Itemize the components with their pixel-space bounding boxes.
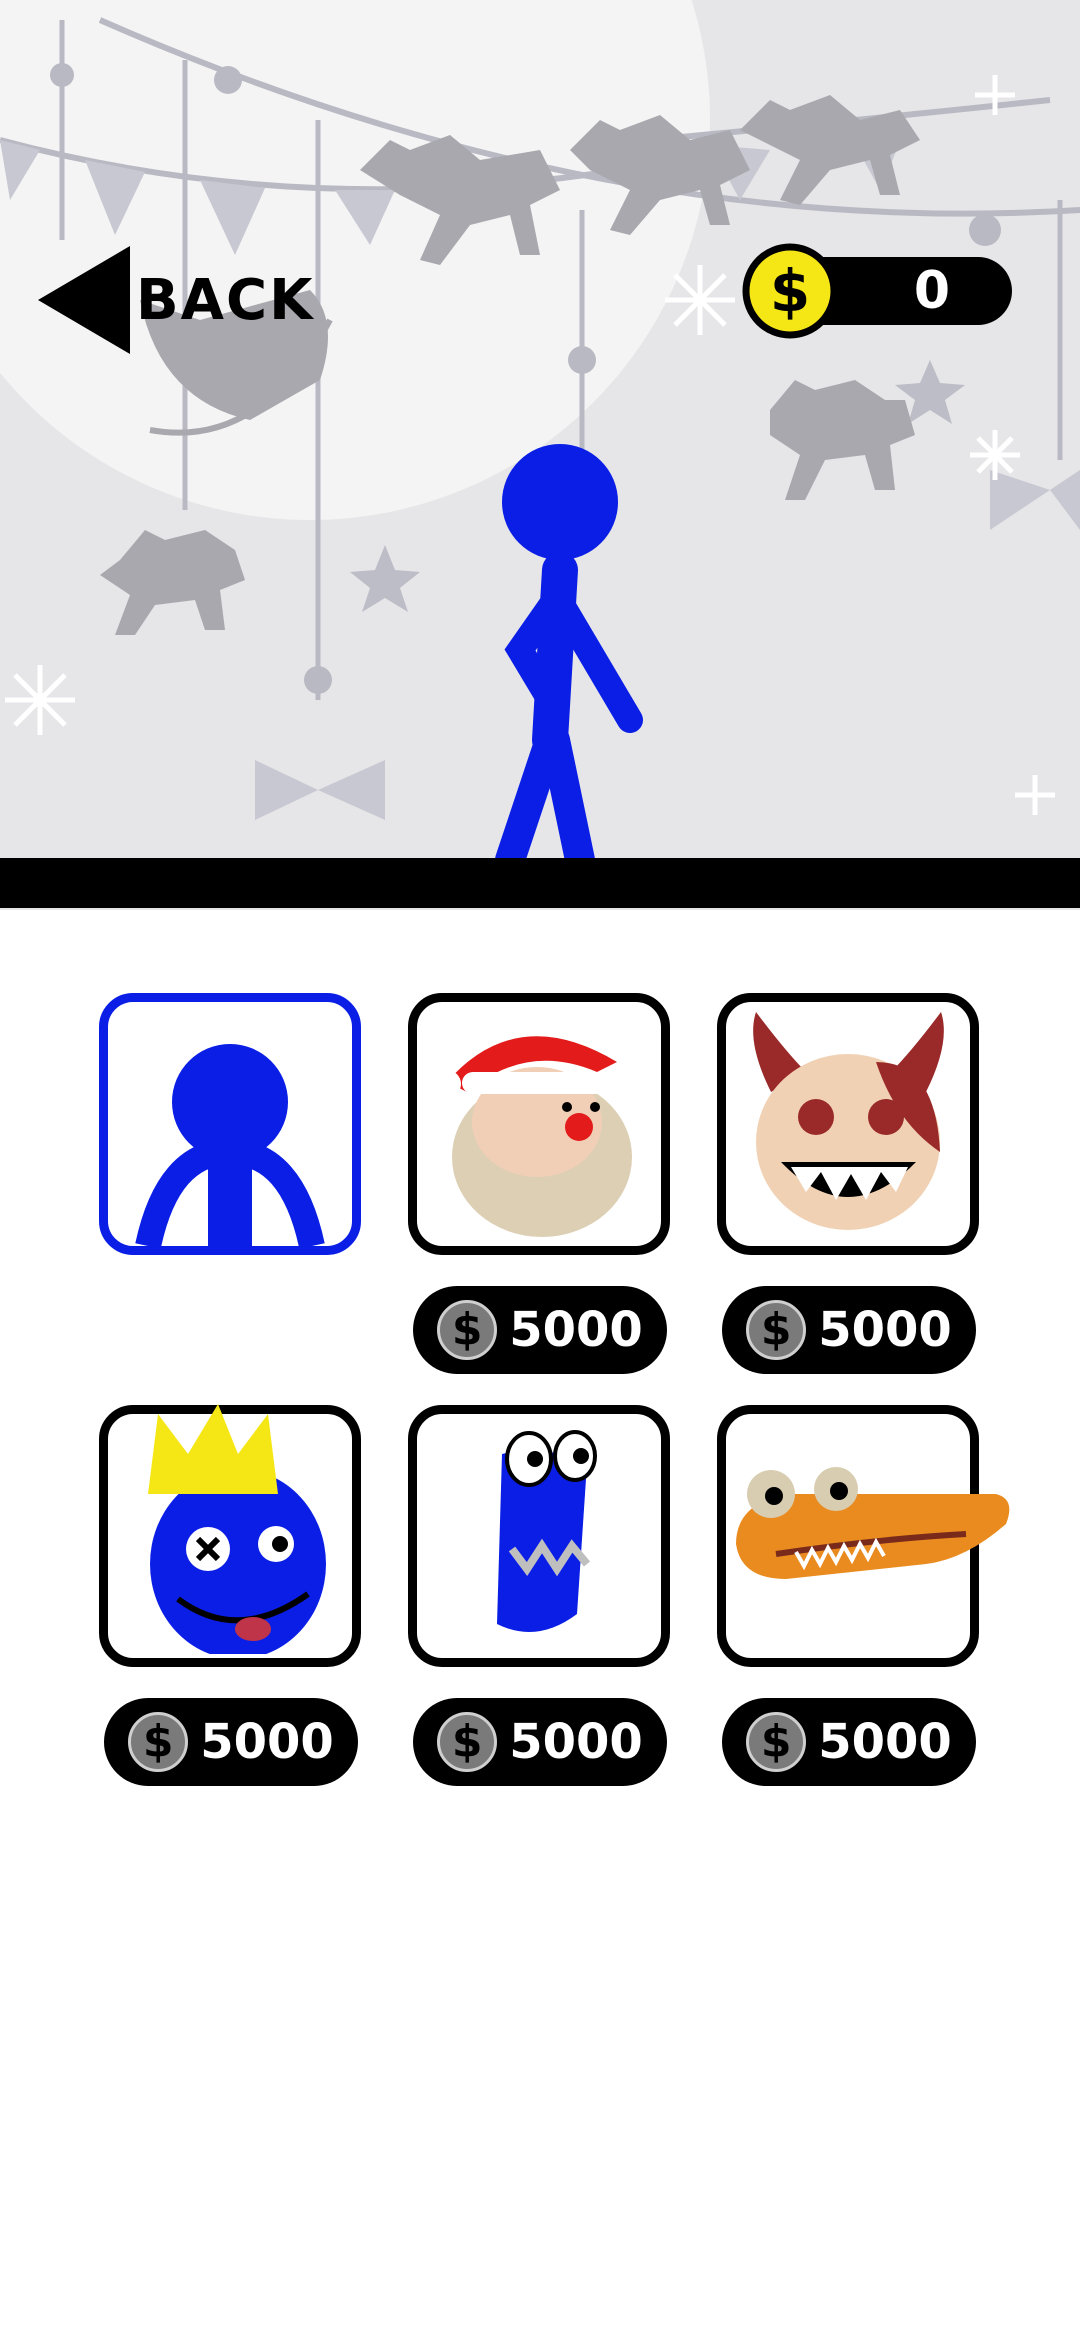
price-button-demon[interactable]: $ 5000 (722, 1286, 976, 1374)
back-arrow-icon (38, 246, 130, 354)
svg-text:$: $ (770, 257, 810, 325)
crocodile-icon (736, 1467, 1010, 1579)
demon-face-icon (753, 1012, 944, 1230)
ground-bar (0, 858, 1080, 908)
price-label: 5000 (200, 1714, 334, 1770)
game-scene: BACK $ 0 (0, 0, 1080, 910)
blue-stickman-icon (135, 1044, 325, 1246)
price-label: 5000 (818, 1302, 952, 1358)
price-button-blue-worm[interactable]: $ 5000 (413, 1698, 667, 1786)
blue-king-icon (148, 1404, 326, 1654)
skin-tile-blue-king[interactable] (99, 1404, 361, 1667)
coin-icon: $ (742, 243, 838, 339)
coin-icon: $ (437, 1300, 498, 1360)
price-button-blue-king[interactable]: $ 5000 (104, 1698, 358, 1786)
skin-tile-crocodile[interactable] (717, 1405, 1010, 1667)
skin-tile-blue-worm[interactable] (408, 1405, 670, 1667)
coin-icon: $ (746, 1712, 807, 1772)
coin-icon: $ (128, 1712, 189, 1772)
blue-worm-icon (497, 1430, 597, 1632)
price-button-crocodile[interactable]: $ 5000 (722, 1698, 976, 1786)
price-label: 5000 (509, 1714, 643, 1770)
coin-icon: $ (437, 1712, 498, 1772)
coin-icon: $ (746, 1300, 807, 1360)
price-button-santa[interactable]: $ 5000 (413, 1286, 667, 1374)
price-label: 5000 (818, 1714, 952, 1770)
back-button[interactable]: BACK (38, 240, 338, 360)
coin-count: 0 (913, 261, 951, 321)
skin-tile-demon[interactable] (717, 993, 979, 1255)
stickman-character (495, 444, 643, 875)
price-label: 5000 (509, 1302, 643, 1358)
coin-counter: $ 0 (742, 243, 1012, 339)
skin-tile-blue-stickman[interactable] (99, 993, 361, 1255)
back-label: BACK (136, 267, 315, 333)
santa-face-icon (433, 1036, 632, 1237)
skin-tile-santa[interactable] (408, 993, 670, 1255)
